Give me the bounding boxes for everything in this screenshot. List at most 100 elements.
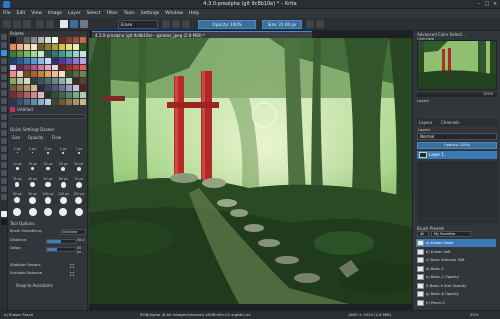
menu-window[interactable]: Window	[162, 9, 186, 18]
palette-swatch[interactable]	[24, 99, 30, 105]
blending-mode-select[interactable]: Normal	[417, 133, 497, 140]
distance-slider[interactable]	[46, 239, 76, 244]
move-tool-icon[interactable]	[1, 42, 7, 48]
palette-swatch[interactable]	[31, 43, 37, 50]
menu-view[interactable]: View	[28, 9, 45, 18]
eraser-mode-icon[interactable]	[172, 20, 180, 28]
new-document-icon[interactable]	[3, 20, 11, 28]
tab-opacity[interactable]: Opacity	[28, 135, 43, 140]
palette-swatch[interactable]	[45, 78, 51, 85]
brush-size-option[interactable]: 20 px	[41, 162, 55, 174]
palette-swatch[interactable]	[80, 99, 86, 105]
rectangle-tool-icon[interactable]	[1, 66, 7, 72]
palette-swatch[interactable]	[31, 85, 37, 92]
palette-swatch[interactable]	[59, 85, 65, 92]
palette-swatch[interactable]	[10, 71, 16, 78]
palette-swatch[interactable]	[59, 99, 65, 105]
palette-swatch[interactable]	[17, 99, 23, 105]
scalable-distance-checkbox[interactable]	[70, 272, 74, 276]
measure-tool-icon[interactable]	[1, 138, 7, 144]
palette-swatch[interactable]	[45, 85, 51, 92]
brush-tool-icon[interactable]	[1, 50, 7, 56]
palette-swatch[interactable]	[10, 43, 16, 50]
brush-size-option[interactable]	[41, 207, 55, 219]
palette-swatch[interactable]	[38, 57, 44, 64]
palette-swatch[interactable]	[10, 85, 16, 92]
brush-size-option[interactable]: 35 px	[10, 177, 24, 189]
undo-icon[interactable]	[36, 20, 44, 28]
smart-patch-icon[interactable]	[1, 122, 7, 128]
palette-swatch[interactable]	[66, 37, 72, 43]
layer-opacity-slider[interactable]: Opacity: 100%	[417, 142, 497, 149]
palette-swatch[interactable]	[80, 43, 86, 50]
freehand-select-icon[interactable]	[1, 162, 7, 168]
palette-swatch[interactable]	[52, 50, 58, 57]
document-tab[interactable]: 4.3.0-prealpha (git 9c8b10e) - gallows_j…	[92, 31, 312, 38]
background-color-icon[interactable]	[1, 219, 7, 225]
palette-swatch[interactable]	[73, 99, 79, 105]
palette-swatch[interactable]	[59, 64, 65, 71]
palette-swatch[interactable]	[52, 57, 58, 64]
palette-swatch[interactable]	[52, 85, 58, 92]
canvas[interactable]	[89, 38, 412, 304]
palette-swatch[interactable]	[38, 99, 44, 105]
palette-swatch[interactable]	[73, 85, 79, 92]
palette-swatch[interactable]	[45, 50, 51, 57]
palette-swatch[interactable]	[17, 71, 23, 78]
palette-swatch[interactable]	[10, 92, 16, 99]
palette-swatch[interactable]	[17, 78, 23, 85]
palette-swatch[interactable]	[38, 50, 44, 57]
tab-size[interactable]: Size	[12, 135, 20, 140]
palette-swatch[interactable]	[52, 71, 58, 78]
smoothing-select[interactable]: Stabilizer	[60, 229, 86, 235]
palette-swatch[interactable]	[10, 50, 16, 57]
palette-swatch[interactable]	[24, 71, 30, 78]
brush-size-option[interactable]: 40 px	[25, 177, 39, 189]
palette-swatch[interactable]	[10, 57, 16, 64]
palette-swatch[interactable]	[24, 85, 30, 92]
palette-swatch[interactable]	[66, 71, 72, 78]
palette-swatch[interactable]	[66, 99, 72, 105]
palette-selector[interactable]	[10, 114, 86, 119]
palette-swatch[interactable]	[10, 37, 16, 43]
palette-swatch[interactable]	[80, 37, 86, 43]
close-icon[interactable]: ×	[492, 1, 498, 7]
tab-layers[interactable]: Layers	[419, 120, 432, 125]
preset-tag-select[interactable]: My Favorites	[431, 231, 471, 237]
palette-swatch[interactable]	[59, 78, 65, 85]
mirror-vertical-icon[interactable]	[316, 20, 324, 28]
palette-swatch[interactable]	[45, 43, 51, 50]
fill-tool-icon[interactable]	[1, 98, 7, 104]
palette-swatch[interactable]	[59, 57, 65, 64]
palette-swatch[interactable]	[17, 85, 23, 92]
brush-size-option[interactable]: 60 px	[56, 177, 70, 189]
zoom-tool-icon[interactable]	[1, 186, 7, 192]
pan-tool-icon[interactable]	[1, 194, 7, 200]
palette-swatch[interactable]	[66, 57, 72, 64]
preset-tag-filter[interactable]: All	[417, 231, 429, 237]
menu-tools[interactable]: Tools	[121, 9, 138, 18]
palette-swatch[interactable]	[31, 78, 37, 85]
brush-size-option[interactable]: 25 px	[56, 162, 70, 174]
palette-swatch[interactable]	[80, 85, 86, 92]
palette-swatch[interactable]	[59, 43, 65, 50]
overview-thumbnail[interactable]	[417, 40, 497, 90]
stabilize-sensors-checkbox[interactable]	[70, 264, 74, 268]
palette-swatch[interactable]	[52, 64, 58, 71]
blend-mode-select[interactable]: Erase	[118, 20, 158, 29]
palette-swatch[interactable]	[10, 99, 16, 105]
palette-swatch[interactable]	[17, 43, 23, 50]
palette-swatch[interactable]	[59, 37, 65, 43]
brush-size-option[interactable]: 30 px	[72, 162, 86, 174]
palette-swatch[interactable]	[31, 37, 37, 43]
menu-file[interactable]: File	[0, 9, 14, 18]
foreground-color-swatch[interactable]	[60, 20, 68, 28]
palette-swatch[interactable]	[38, 85, 44, 92]
palette-swatch[interactable]	[38, 92, 44, 99]
palette-name[interactable]: Untitled	[17, 107, 33, 112]
transform-tool-icon[interactable]	[1, 34, 7, 40]
palette-swatch[interactable]	[66, 85, 72, 92]
brush-size-option[interactable]: 3 px	[41, 147, 55, 159]
palette-swatch[interactable]	[80, 50, 86, 57]
palette-swatch[interactable]	[73, 78, 79, 85]
